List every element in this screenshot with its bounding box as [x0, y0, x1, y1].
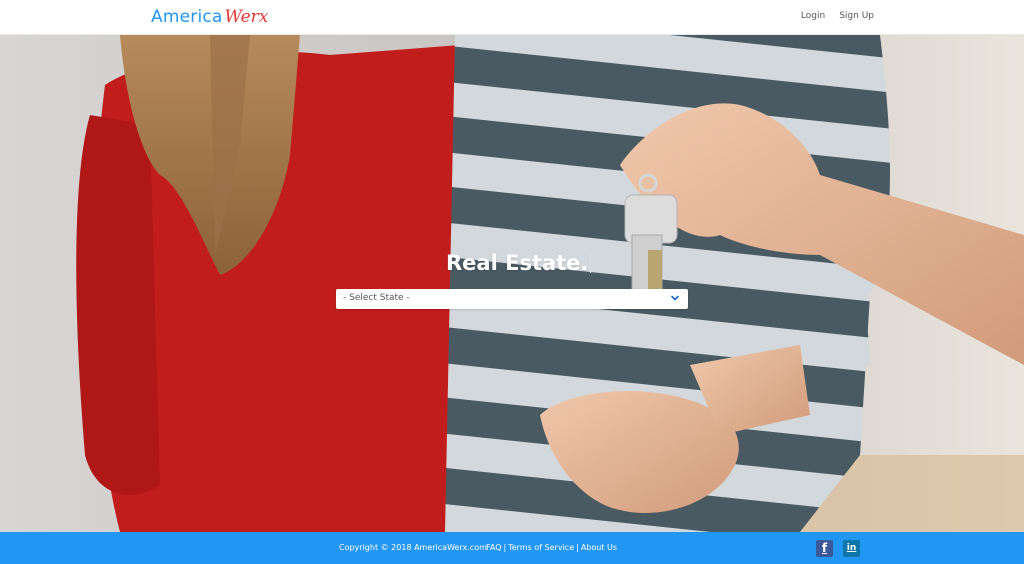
auth-links: Login Sign Up [801, 11, 874, 21]
linkedin-icon[interactable]: in [843, 540, 860, 557]
footer-separator: | [576, 543, 579, 552]
hero-banner: Real Estate. - Select State - [0, 35, 1024, 532]
brand-name-primary: America [151, 7, 223, 27]
hero-background-image [0, 35, 1024, 532]
state-select-value: - Select State - [343, 293, 410, 303]
signup-link[interactable]: Sign Up [839, 11, 874, 21]
state-select[interactable]: - Select State - [336, 289, 688, 309]
footer-links: FAQ | Terms of Service | About Us [486, 543, 617, 552]
chevron-down-icon [671, 295, 679, 301]
hero-title-text: Real Estate. [446, 251, 589, 275]
footer-separator: | [503, 543, 507, 552]
typing-cursor [590, 253, 592, 273]
about-link[interactable]: About Us [581, 543, 617, 552]
brand-logo[interactable]: America Werx [151, 7, 268, 27]
brand-name-secondary: Werx [224, 7, 269, 27]
login-link[interactable]: Login [801, 11, 825, 21]
facebook-icon[interactable]: f [816, 540, 833, 557]
linkedin-glyph: in [846, 543, 857, 553]
hero-title: Real Estate. [446, 251, 592, 275]
copyright-text: Copyright © 2018 AmericaWerx.com [339, 543, 487, 552]
terms-link[interactable]: Terms of Service [508, 543, 574, 552]
faq-link[interactable]: FAQ [486, 543, 502, 552]
footer: Copyright © 2018 AmericaWerx.com FAQ | T… [0, 532, 1024, 564]
facebook-glyph: f [821, 541, 828, 555]
top-navbar: America Werx Login Sign Up [0, 0, 1024, 35]
